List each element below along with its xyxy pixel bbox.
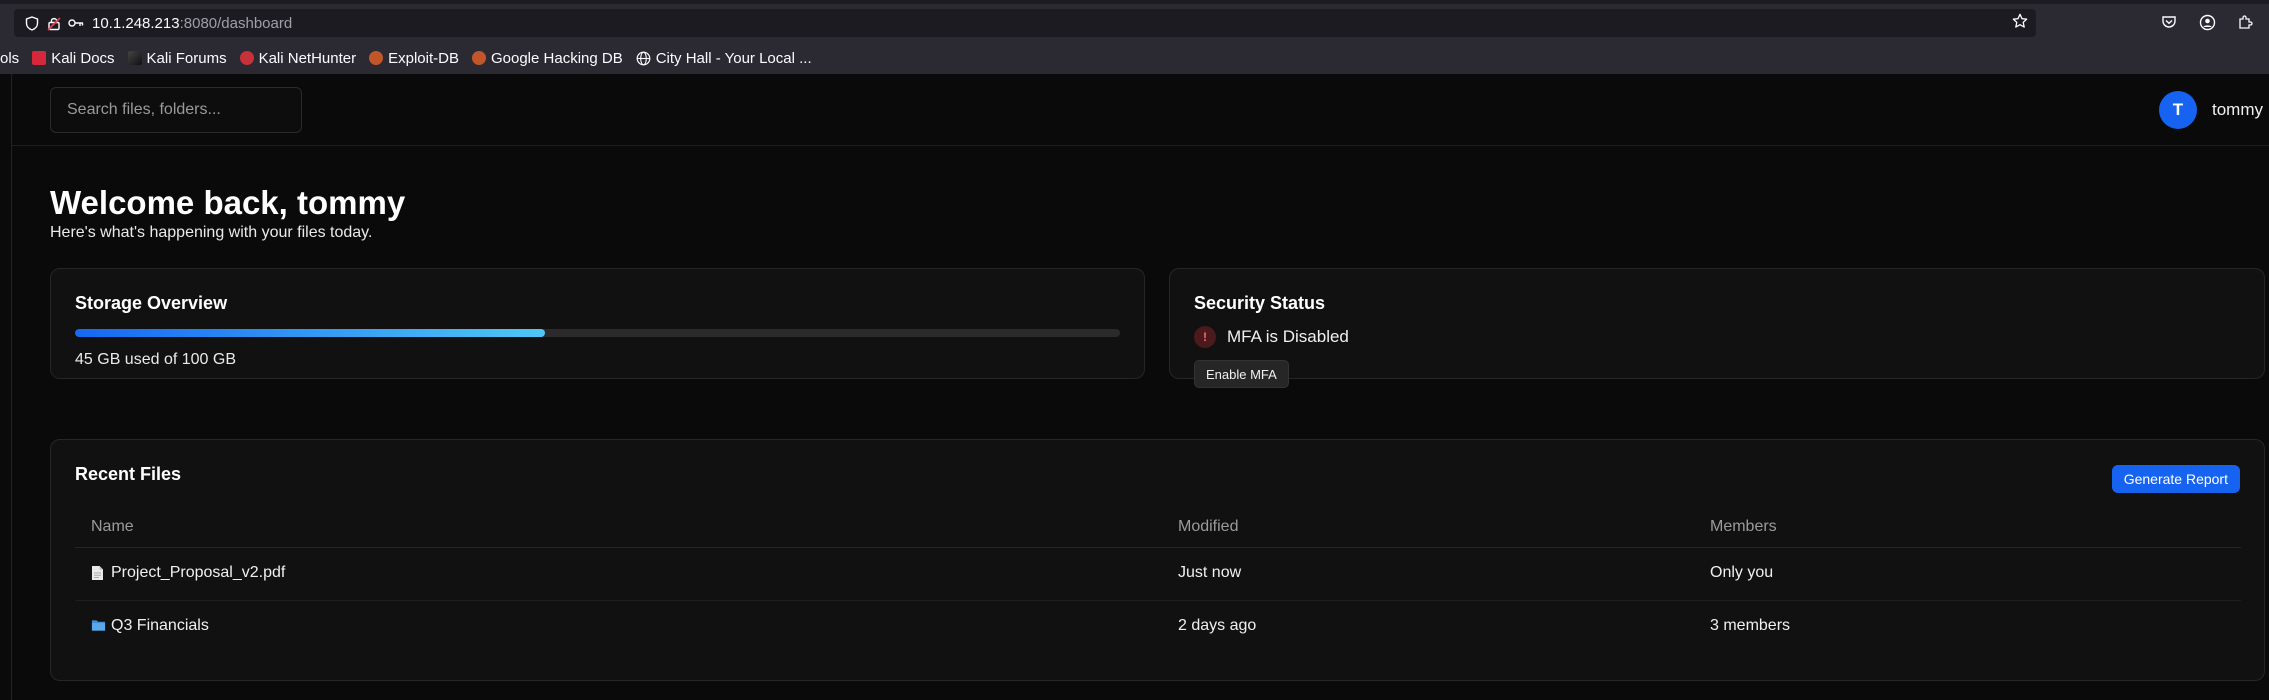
exploit-db-icon [369, 51, 384, 65]
mfa-status-text: MFA is Disabled [1227, 327, 1349, 346]
dashboard-page: T tommy Welcome back, tommy Here's what'… [0, 74, 2269, 700]
storage-progress-fill [75, 329, 546, 337]
modified-cell: Just now [1178, 564, 1242, 581]
column-header-modified[interactable]: Modified [1178, 518, 1238, 536]
nethunter-icon [239, 51, 254, 65]
bookmarks-bar: ols Kali Docs Kali Forums Kali NetHunter… [0, 46, 825, 70]
table-row[interactable]: Q3 Financials 2 days ago 3 members [75, 601, 2241, 654]
file-name-cell[interactable]: Project_Proposal_v2.pdf [91, 564, 285, 582]
file-name-cell[interactable]: Q3 Financials [91, 617, 209, 635]
mfa-status: ! MFA is Disabled [1194, 326, 1349, 348]
enable-mfa-button[interactable]: Enable MFA [1194, 360, 1289, 388]
url-bar[interactable]: 10.1.248.213:8080/dashboard [14, 9, 2036, 37]
bookmark-kali-docs[interactable]: Kali Docs [32, 49, 115, 67]
url-text[interactable]: 10.1.248.213:8080/dashboard [92, 15, 292, 32]
storage-overview-card: Storage Overview 45 GB used of 100 GB [50, 268, 1145, 379]
bookmark-label: Google Hacking DB [490, 49, 623, 67]
user-menu[interactable]: T tommy [2159, 91, 2263, 129]
column-header-name[interactable]: Name [91, 518, 134, 536]
storage-usage-text: 45 GB used of 100 GB [75, 351, 236, 368]
bookmark-label: Kali NetHunter [258, 49, 357, 67]
members-cell: Only you [1710, 564, 1774, 581]
recent-files-title: Recent Files [75, 464, 182, 484]
kali-docs-icon [32, 51, 47, 65]
tab-strip-edge [0, 0, 2269, 4]
search-input[interactable] [50, 87, 302, 133]
security-title: Security Status [1194, 293, 1326, 313]
username[interactable]: tommy [2212, 100, 2263, 120]
bookmark-star-icon[interactable] [2012, 13, 2028, 34]
url-path: :8080/dashboard [179, 14, 293, 32]
bookmark-label: Exploit-DB [388, 49, 459, 67]
key-icon[interactable] [66, 17, 86, 29]
extensions-icon[interactable] [2235, 12, 2255, 32]
generate-report-button[interactable]: Generate Report [2111, 465, 2240, 493]
bookmark-google-hacking-db[interactable]: Google Hacking DB [471, 49, 623, 67]
page-title: Welcome back, tommy [50, 184, 406, 221]
bookmark-tools[interactable]: ols [0, 50, 19, 67]
storage-progress-bar [75, 329, 1120, 337]
folder-icon [91, 618, 106, 634]
bookmark-city-hall[interactable]: City Hall - Your Local ... [636, 50, 812, 67]
bookmark-label: Kali Docs [51, 49, 115, 67]
bookmark-label: ols [0, 49, 20, 67]
page-subtitle: Here's what's happening with your files … [50, 224, 373, 241]
bookmark-label: City Hall - Your Local ... [655, 49, 812, 67]
bookmark-kali-forums[interactable]: Kali Forums [127, 49, 227, 67]
bookmark-label: Kali Forums [146, 49, 227, 67]
table-header: Name Modified Members [75, 506, 2241, 548]
shield-icon[interactable] [22, 15, 42, 31]
security-status-card: Security Status ! MFA is Disabled Enable… [1169, 268, 2265, 388]
ghdb-icon [471, 51, 486, 65]
lock-insecure-icon[interactable] [44, 16, 64, 31]
recent-files-card: Recent Files Generate Report Name Modifi… [50, 439, 2265, 681]
file-name: Project_Proposal_v2.pdf [111, 564, 286, 581]
url-host: 10.1.248.213 [92, 14, 180, 32]
column-header-members[interactable]: Members [1710, 518, 1777, 536]
globe-icon [636, 51, 651, 66]
kali-forums-icon [127, 51, 142, 65]
table-row[interactable]: Project_Proposal_v2.pdf Just now Only yo… [75, 548, 2241, 601]
bookmark-kali-nethunter[interactable]: Kali NetHunter [239, 49, 357, 67]
bookmark-exploit-db[interactable]: Exploit-DB [369, 50, 459, 67]
warning-icon: ! [1194, 326, 1216, 348]
members-cell: 3 members [1710, 617, 1791, 634]
account-icon[interactable] [2197, 12, 2217, 32]
modified-cell: 2 days ago [1178, 617, 1257, 634]
storage-title: Storage Overview [75, 293, 228, 313]
sidebar-edge [11, 74, 12, 700]
pocket-icon[interactable] [2159, 12, 2179, 32]
toolbar-icons [2159, 12, 2255, 32]
browser-toolbar: 10.1.248.213:8080/dashboard ols Kali Doc… [0, 0, 2269, 74]
document-icon [91, 565, 106, 581]
app-header: T tommy [12, 74, 2269, 146]
file-name: Q3 Financials [111, 617, 209, 634]
avatar[interactable]: T [2159, 91, 2197, 129]
